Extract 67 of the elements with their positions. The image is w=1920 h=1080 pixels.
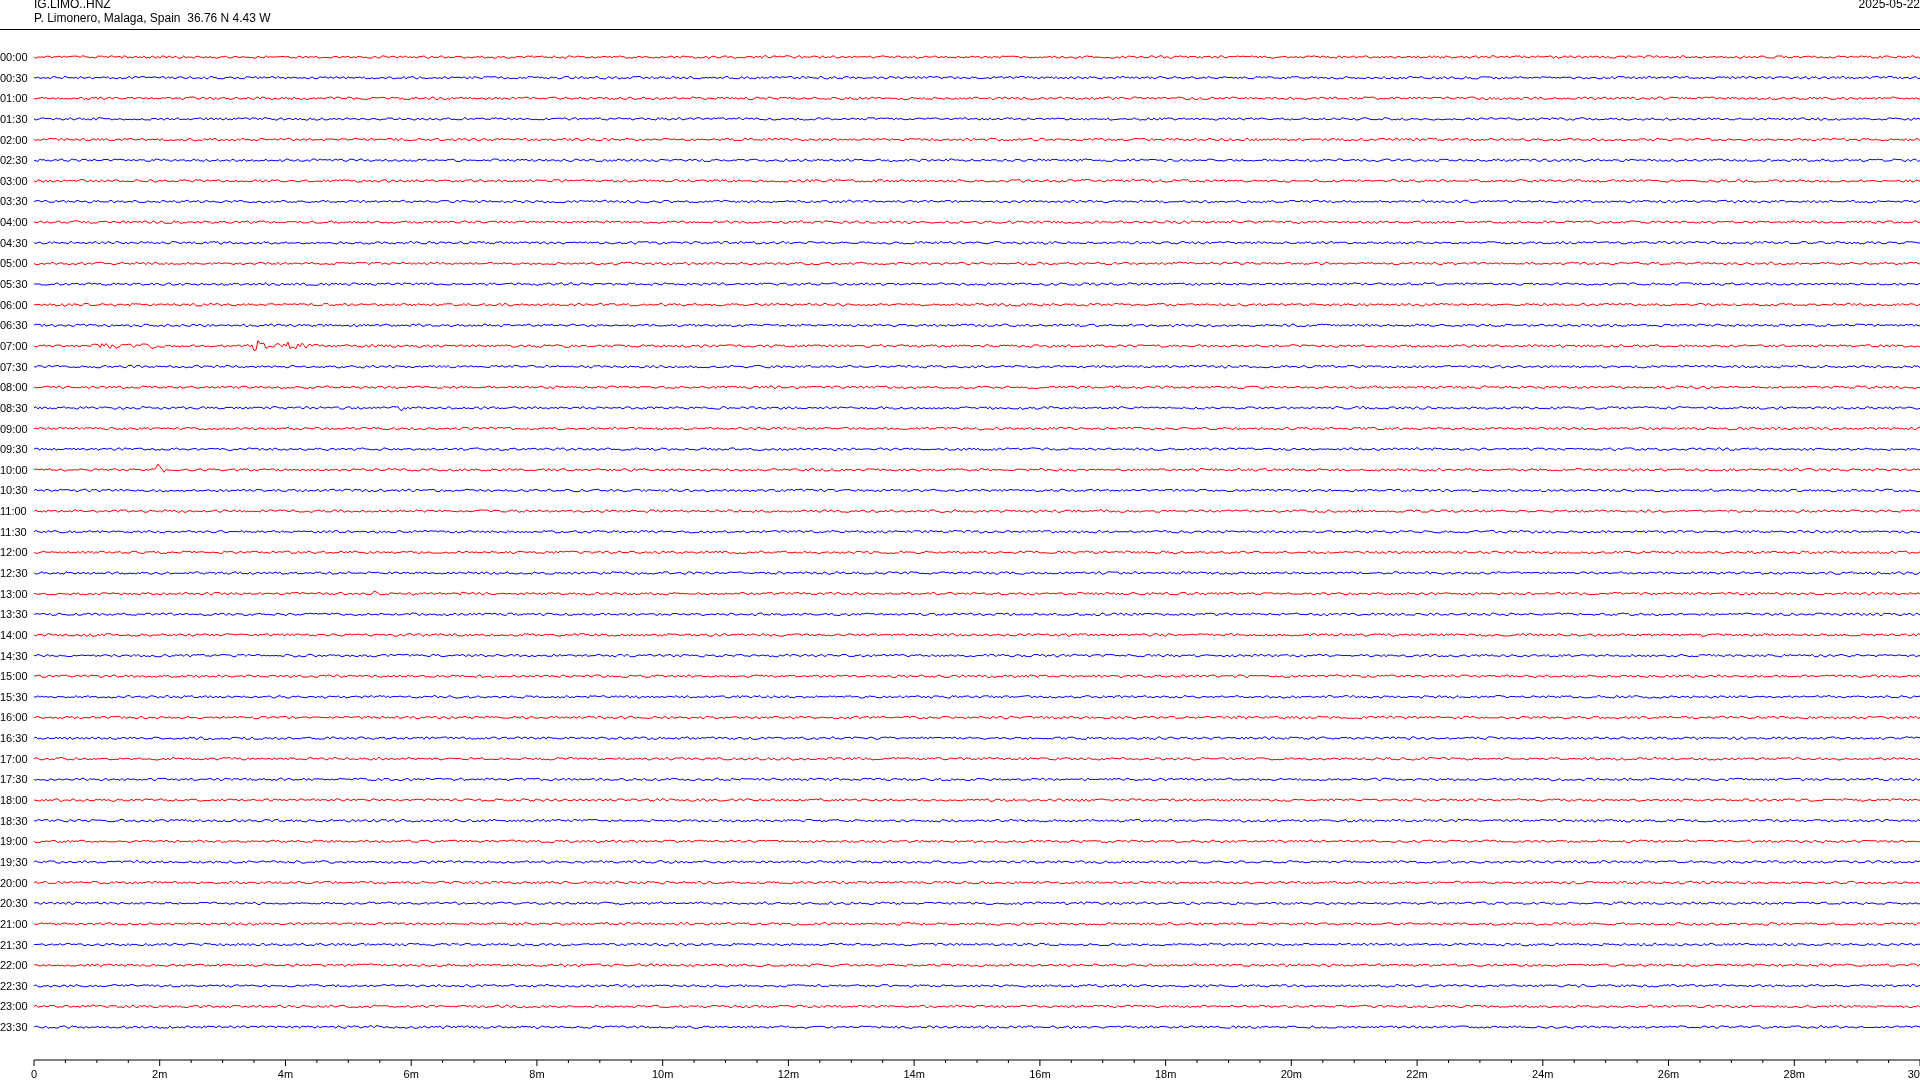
time-label: 09:00 bbox=[0, 422, 28, 435]
time-label: 22:30 bbox=[0, 979, 28, 992]
time-label: 04:00 bbox=[0, 216, 28, 229]
time-label: 00:00 bbox=[0, 51, 28, 63]
time-label: 17:30 bbox=[0, 773, 28, 786]
station-location: P. Limonero, Malaga, Spain 36.76 N 4.43 W bbox=[34, 11, 271, 25]
time-label: 06:30 bbox=[0, 319, 28, 332]
time-label: 10:30 bbox=[0, 484, 28, 497]
axis-label: 24m bbox=[1532, 1068, 1554, 1078]
axis-label: 0 bbox=[30, 1068, 38, 1078]
time-label: 21:30 bbox=[0, 938, 28, 951]
axis-label: 12m bbox=[777, 1068, 800, 1078]
time-label: 12:30 bbox=[0, 567, 28, 579]
time-label: 03:00 bbox=[0, 174, 28, 187]
time-label: 23:30 bbox=[0, 1021, 28, 1034]
axis-label: 20m bbox=[1280, 1068, 1303, 1078]
time-label: 07:30 bbox=[0, 360, 28, 373]
axis-label: 10m bbox=[651, 1068, 674, 1078]
axis-label: 14m bbox=[903, 1068, 925, 1078]
axis-label: 16m bbox=[1029, 1068, 1051, 1078]
time-label: 08:00 bbox=[0, 381, 28, 394]
axis-label: 2m bbox=[152, 1068, 168, 1078]
time-label: 20:30 bbox=[0, 897, 28, 910]
time-label: 07:00 bbox=[0, 339, 28, 352]
date-label: 2025-05-22 bbox=[1858, 0, 1920, 11]
axis-label: 6m bbox=[403, 1068, 419, 1078]
time-label: 04:30 bbox=[0, 236, 28, 249]
time-label: 11:30 bbox=[0, 525, 27, 538]
time-label: 15:30 bbox=[0, 690, 28, 703]
time-label: 14:00 bbox=[0, 628, 28, 641]
time-label: 20:00 bbox=[0, 876, 28, 889]
axis-label: 18m bbox=[1154, 1068, 1177, 1078]
time-label: 16:30 bbox=[0, 732, 28, 745]
axis-label: 8m bbox=[529, 1068, 545, 1078]
axis-label: 30 bbox=[1907, 1068, 1920, 1078]
time-label: 08:30 bbox=[0, 401, 28, 414]
axis-label: 22m bbox=[1406, 1068, 1428, 1078]
time-label: 18:00 bbox=[0, 794, 28, 807]
time-label: 06:00 bbox=[0, 298, 28, 311]
time-label: 03:30 bbox=[0, 195, 28, 208]
time-label: 17:00 bbox=[0, 752, 28, 765]
time-label: 00:30 bbox=[0, 71, 28, 84]
time-label: 13:00 bbox=[0, 587, 28, 600]
time-label: 12:00 bbox=[0, 546, 28, 559]
time-label: 14:30 bbox=[0, 649, 28, 662]
time-label: 19:30 bbox=[0, 855, 28, 868]
time-label: 05:30 bbox=[0, 278, 28, 291]
time-label: 22:00 bbox=[0, 959, 28, 972]
time-label: 11:00 bbox=[0, 505, 27, 518]
time-label: 10:00 bbox=[0, 463, 28, 476]
time-label: 09:30 bbox=[0, 443, 28, 456]
time-label: 13:30 bbox=[0, 608, 28, 621]
axis-label: 4m bbox=[277, 1068, 294, 1078]
time-label: 19:00 bbox=[0, 835, 28, 848]
station-code: IG.LIMO..HNZ bbox=[34, 0, 112, 11]
time-label: 16:00 bbox=[0, 711, 28, 724]
time-label: 01:00 bbox=[0, 92, 28, 105]
time-label: 18:30 bbox=[0, 814, 28, 827]
time-label: 02:30 bbox=[0, 154, 28, 167]
axis-label: 26m bbox=[1657, 1068, 1680, 1078]
time-label: 05:00 bbox=[0, 257, 28, 270]
time-label: 21:00 bbox=[0, 917, 28, 930]
axis-label: 28m bbox=[1783, 1068, 1805, 1078]
time-label: 15:00 bbox=[0, 670, 28, 683]
time-label: 23:00 bbox=[0, 1000, 28, 1013]
time-label: 02:00 bbox=[0, 133, 28, 146]
time-label: 01:30 bbox=[0, 112, 28, 125]
